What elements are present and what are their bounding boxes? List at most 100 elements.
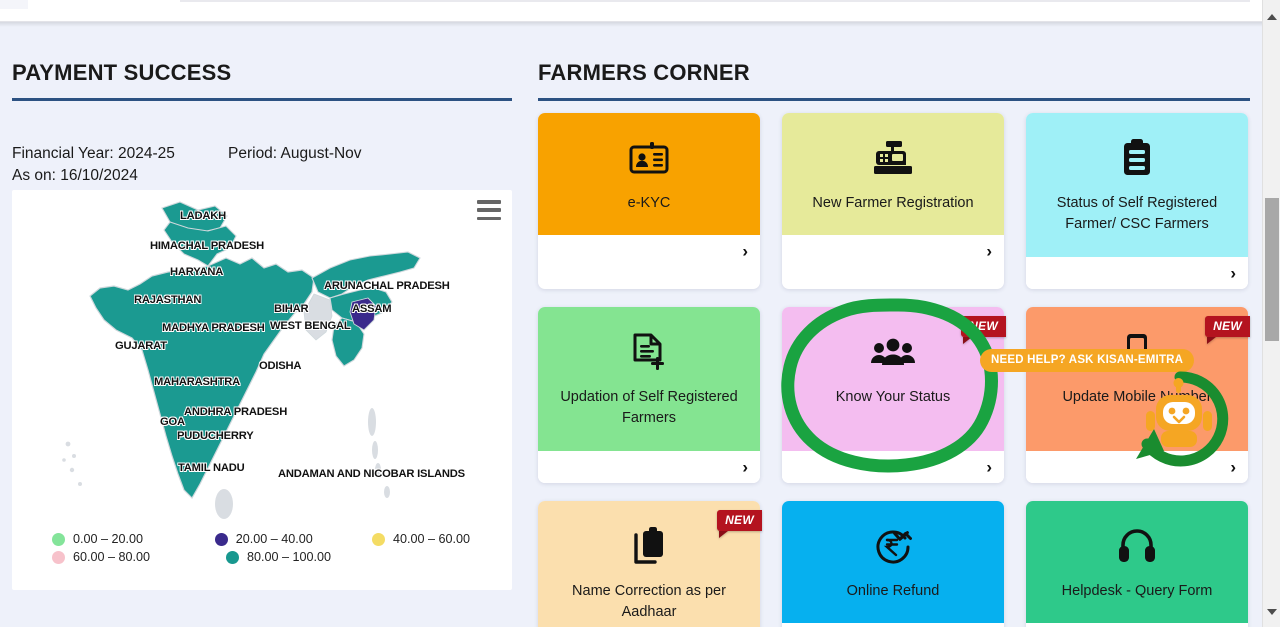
new-badge: NEW [717, 510, 762, 538]
map-label-gujarat: GUJARAT [115, 340, 167, 352]
map-label-himachal-pradesh: HIMACHAL PRADESH [150, 240, 265, 252]
clipboard-list-icon [1122, 135, 1152, 181]
payment-success-panel: PAYMENT SUCCESS Financial Year: 2024-25 … [0, 27, 526, 612]
page-content: PAYMENT SUCCESS Financial Year: 2024-25 … [0, 27, 1262, 627]
map-label-ladakh: LADAKH [180, 210, 227, 222]
map-label-andaman-nicobar: ANDAMAN AND NICOBAR ISLANDS [278, 468, 465, 480]
legend-item-4: 80.00 – 100.00 [226, 550, 372, 564]
legend-label: 40.00 – 60.00 [392, 532, 470, 546]
card-label: e-KYC [627, 195, 671, 211]
legend-label: 0.00 – 20.00 [73, 532, 144, 546]
card-body: e-KYC [538, 113, 760, 235]
chevron-right-icon[interactable]: › [1230, 265, 1236, 282]
legend-swatch-icon [226, 550, 239, 564]
map-label-odisha: ODISHA [259, 360, 302, 372]
farmers-corner-row: e-KYC › New Farmer Registration › Status… [538, 113, 1260, 289]
map-region-andaman-nicobar [368, 408, 390, 498]
top-bar-left-nub [0, 0, 28, 9]
map-label-haryana: HARYANA [170, 266, 224, 278]
legend-swatch-icon [52, 550, 65, 564]
card-footer: › [1026, 257, 1248, 289]
top-bar-divider [180, 0, 1250, 2]
card-helpdesk-query-form[interactable]: Helpdesk - Query Form › [1026, 501, 1248, 627]
map-label-arunachal-pradesh: ARUNACHAL PRADESH [324, 280, 450, 292]
map-legend: 0.00 – 20.00 20.00 – 40.00 40.00 – 60.00 [52, 532, 492, 568]
legend-label: 60.00 – 80.00 [73, 550, 151, 564]
farmers-corner-panel: FARMERS CORNER e-KYC › New Farmer Regist… [528, 27, 1262, 627]
legend-item-3: 60.00 – 80.00 [52, 550, 204, 564]
card-ekyc[interactable]: e-KYC › [538, 113, 760, 289]
map-region-sri-lanka [215, 489, 233, 519]
legend-item-1: 20.00 – 40.00 [214, 532, 350, 546]
card-body: Status of Self Registered Farmer/ CSC Fa… [1026, 113, 1248, 257]
card-footer: › [538, 451, 760, 483]
clipboard-copy-icon [632, 523, 666, 569]
farmers-corner-title-rule [538, 98, 1250, 101]
map-label-rajasthan: RAJASTHAN [134, 294, 202, 306]
card-body: Updation of Self Registered Farmers [538, 307, 760, 451]
farmers-corner-title: FARMERS CORNER [538, 60, 750, 85]
new-badge: NEW [1205, 316, 1250, 344]
map-label-maharashtra: MAHARASHTRA [154, 376, 241, 388]
card-new-farmer-registration[interactable]: New Farmer Registration › [782, 113, 1004, 289]
map-label-west-bengal: WEST BENGAL [270, 320, 351, 332]
map-label-tamil-nadu: TAMIL NADU [178, 462, 245, 474]
card-label: New Farmer Registration [812, 195, 974, 211]
as-on-date-label: As on: 16/10/2024 [12, 167, 138, 184]
card-name-correction-aadhaar[interactable]: NEW Name Correction as per Aadhaar [538, 501, 762, 627]
chevron-right-icon[interactable]: › [986, 459, 992, 476]
headset-icon [1118, 523, 1156, 569]
card-online-refund[interactable]: Online Refund › [782, 501, 1004, 627]
scroll-down-arrow-icon[interactable] [1263, 603, 1280, 621]
rupee-refund-icon [874, 523, 912, 569]
card-label: Updation of Self Registered Farmers [560, 389, 738, 426]
payment-success-title-rule [12, 98, 512, 101]
legend-label: 20.00 – 40.00 [235, 532, 313, 546]
india-map-card: LADAKH HIMACHAL PRADESH HARYANA ARUNACHA… [12, 190, 512, 590]
map-label-andhra-pradesh: ANDHRA PRADESH [184, 406, 288, 418]
card-label: Know Your Status [835, 389, 951, 405]
card-footer: › [782, 235, 1004, 267]
card-footer: › [538, 235, 760, 267]
people-group-icon [871, 329, 915, 375]
card-body: New Farmer Registration [782, 113, 1004, 235]
card-body: Helpdesk - Query Form [1026, 501, 1248, 623]
page-scrollbar[interactable] [1262, 0, 1280, 627]
legend-swatch-icon [371, 532, 385, 546]
new-badge: NEW [961, 316, 1006, 344]
document-add-icon [632, 329, 666, 375]
map-label-madhya-pradesh: MADHYA PRADESH [162, 322, 265, 334]
map-label-bihar: BIHAR [274, 303, 309, 315]
map-legend-row: 0.00 – 20.00 20.00 – 40.00 40.00 – 60.00 [52, 532, 492, 546]
card-know-your-status[interactable]: NEW Know Your Status › [782, 307, 1006, 483]
id-card-icon [629, 135, 669, 181]
financial-year-label: Financial Year: 2024-25 [12, 145, 175, 162]
map-region-lakshadweep [62, 441, 82, 486]
card-footer: › [1026, 623, 1248, 627]
india-map[interactable]: LADAKH HIMACHAL PRADESH HARYANA ARUNACHA… [12, 198, 512, 528]
card-footer: › [782, 623, 1004, 627]
period-label: Period: August-Nov [228, 145, 362, 162]
card-label: Name Correction as per Aadhaar [572, 583, 726, 620]
card-updation-self-registered-farmers[interactable]: Updation of Self Registered Farmers › [538, 307, 760, 483]
card-label: Helpdesk - Query Form [1061, 583, 1213, 599]
scroll-up-arrow-icon[interactable] [1263, 8, 1280, 26]
legend-item-0: 0.00 – 20.00 [52, 532, 193, 546]
card-status-self-registered-farmer[interactable]: Status of Self Registered Farmer/ CSC Fa… [1026, 113, 1248, 289]
map-region-bangladesh-gap [303, 293, 333, 341]
legend-swatch-icon [214, 532, 228, 546]
map-label-puducherry: PUDUCHERRY [177, 430, 254, 442]
chevron-right-icon[interactable]: › [742, 243, 748, 260]
card-footer: › [782, 451, 1004, 483]
legend-item-2: 40.00 – 60.00 [371, 532, 470, 546]
cash-register-icon [872, 135, 914, 181]
card-body: Online Refund [782, 501, 1004, 623]
map-label-goa: GOA [160, 416, 185, 428]
chevron-right-icon[interactable]: › [742, 459, 748, 476]
scrollbar-thumb[interactable] [1265, 198, 1279, 341]
payment-success-title: PAYMENT SUCCESS [12, 60, 232, 85]
chat-bot-icon[interactable] [1128, 367, 1232, 471]
farmers-corner-row: NEW Name Correction as per Aadhaar Onlin… [538, 501, 1260, 627]
map-label-assam: ASSAM [352, 303, 392, 315]
chevron-right-icon[interactable]: › [986, 243, 992, 260]
